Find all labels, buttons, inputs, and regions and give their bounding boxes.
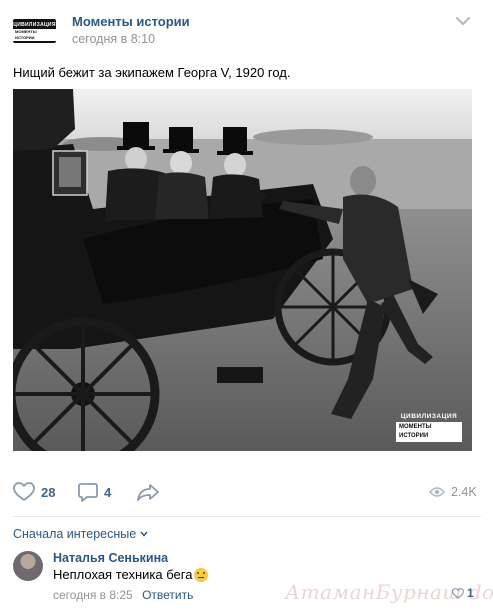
photo-illustration [13,89,472,451]
photo-watermark: ЦИВИЛИЗАЦИЯ МОМЕНТЫ ИСТОРИИ [396,413,462,442]
post-photo[interactable]: ЦИВИЛИЗАЦИЯ МОМЕНТЫ ИСТОРИИ [13,89,472,451]
chevron-down-icon[interactable] [456,16,470,26]
avatar-line-1: ЦИВИЛИЗАЦИЯ [13,21,56,28]
post-time[interactable]: сегодня в 8:10 [72,32,155,46]
comment-text-row: Неплохая техника бега [53,567,209,582]
photo-watermark-line-2: МОМЕНТЫ ИСТОРИИ [396,422,462,442]
share-button[interactable] [136,478,160,506]
comment-text: Неплохая техника бега [53,567,193,582]
thinking-face-emoji-icon [194,567,209,582]
views-counter: 2.4K [429,478,477,506]
comment-author-name[interactable]: Наталья Сенькина [53,551,168,565]
photo-watermark-line-1: ЦИВИЛИЗАЦИЯ [400,413,458,420]
heart-icon [13,482,35,501]
views-count: 2.4K [451,485,477,499]
post-header: ЦИВИЛИЗАЦИЯ МОМЕНТЫ ИСТОРИИ Моменты исто… [0,0,493,56]
chevron-down-icon [140,531,148,537]
comment-meta: сегодня в 8:25 Ответить [53,588,193,602]
comment-time[interactable]: сегодня в 8:25 [53,588,133,602]
avatar-line-2: МОМЕНТЫ ИСТОРИИ [13,28,56,41]
comments-sort-label: Сначала интересные [13,527,137,541]
comment-count: 4 [104,484,112,500]
like-count: 28 [41,484,56,500]
group-name-link[interactable]: Моменты истории [72,14,190,29]
post-text: Нищий бежит за экипажем Георга V, 1920 г… [13,65,291,80]
comments-divider [13,516,481,517]
post-actions: 28 4 2.4K [0,478,493,508]
comment-icon [78,483,98,502]
site-watermark: АтаманБурнаш dok.RU [285,580,493,604]
comment-reply-link[interactable]: Ответить [142,588,193,602]
eye-icon [429,487,445,497]
comment-button[interactable]: 4 [78,478,111,506]
comment-author-avatar[interactable] [13,551,43,581]
group-avatar[interactable]: ЦИВИЛИЗАЦИЯ МОМЕНТЫ ИСТОРИИ [13,19,56,43]
like-button[interactable]: 28 [13,478,55,506]
comments-sort-dropdown[interactable]: Сначала интересные [13,527,148,541]
share-icon [137,484,159,501]
